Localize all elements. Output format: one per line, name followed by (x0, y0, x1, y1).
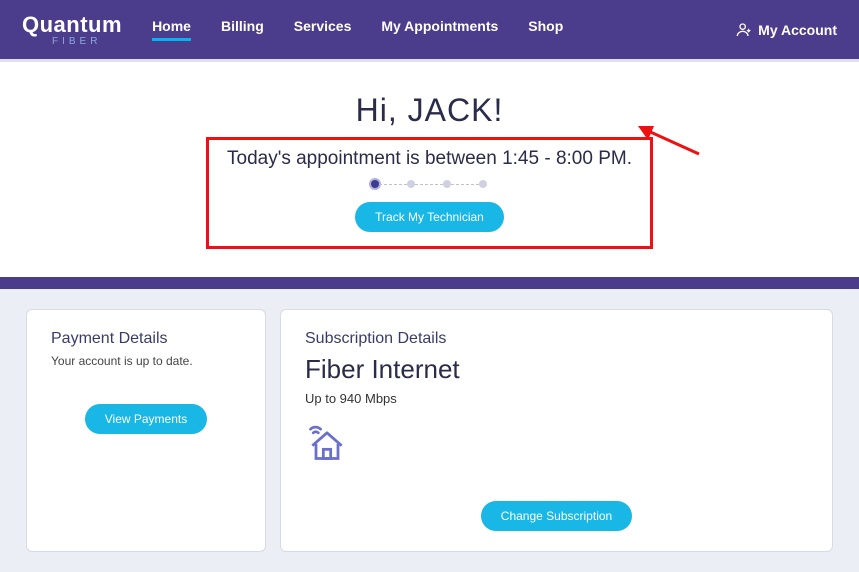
progress-step-3 (443, 180, 451, 188)
progress-dash (415, 184, 443, 185)
logo-sub: FIBER (52, 36, 101, 47)
appointment-highlight: Today's appointment is between 1:45 - 8:… (206, 137, 653, 249)
subscription-card: Subscription Details Fiber Internet Up t… (280, 309, 833, 552)
payment-status: Your account is up to date. (51, 354, 241, 368)
nav: Home Billing Services My Appointments Sh… (152, 18, 563, 41)
logo-main: Quantum (22, 12, 122, 38)
logo[interactable]: Quantum FIBER (22, 12, 122, 47)
progress-step-2 (407, 180, 415, 188)
change-subscription-button[interactable]: Change Subscription (481, 501, 632, 531)
progress-dash (379, 184, 407, 185)
user-icon (736, 22, 752, 38)
view-payments-button[interactable]: View Payments (85, 404, 207, 434)
hero: Hi, JACK! Today's appointment is between… (0, 62, 859, 267)
nav-appointments[interactable]: My Appointments (381, 18, 498, 41)
progress-step-1 (371, 180, 379, 188)
header: Quantum FIBER Home Billing Services My A… (0, 0, 859, 62)
plan-speed: Up to 940 Mbps (305, 391, 808, 406)
nav-home[interactable]: Home (152, 18, 191, 41)
appointment-text: Today's appointment is between 1:45 - 8:… (227, 148, 632, 170)
home-wifi-icon (305, 420, 349, 469)
progress-step-4 (479, 180, 487, 188)
nav-shop[interactable]: Shop (528, 18, 563, 41)
progress-dash (451, 184, 479, 185)
payment-card: Payment Details Your account is up to da… (26, 309, 266, 552)
plan-name: Fiber Internet (305, 354, 808, 385)
nav-billing[interactable]: Billing (221, 18, 264, 41)
my-account-link[interactable]: My Account (736, 22, 837, 38)
nav-services[interactable]: Services (294, 18, 352, 41)
track-technician-button[interactable]: Track My Technician (355, 202, 504, 232)
divider-bar (0, 277, 859, 289)
greeting: Hi, JACK! (0, 92, 859, 129)
subscription-title: Subscription Details (305, 330, 808, 348)
my-account-label: My Account (758, 22, 837, 38)
arrow-annotation-icon (634, 122, 704, 162)
content-area: Payment Details Your account is up to da… (0, 289, 859, 572)
progress-tracker (227, 180, 632, 188)
payment-title: Payment Details (51, 330, 241, 348)
